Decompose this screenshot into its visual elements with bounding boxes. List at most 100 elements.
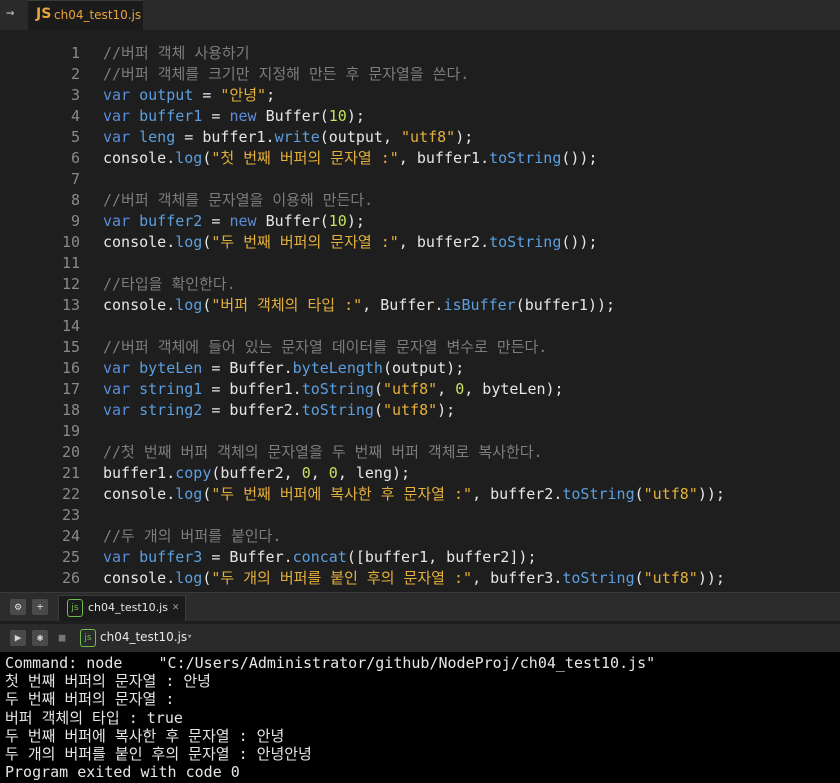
code-token: , buffer2. bbox=[472, 485, 563, 503]
code-line[interactable]: 22 console.log ("두 번째 버퍼에 복사한 후 문자열 :", bu… bbox=[0, 484, 840, 505]
code-line[interactable]: 17 var string1 = buffer1.toString("utf8",… bbox=[0, 379, 840, 400]
code-line[interactable]: 18 var string2 = buffer2.toString("utf8")… bbox=[0, 400, 840, 421]
code-line[interactable]: 5 var leng = buffer1.write(output, "utf8"… bbox=[0, 127, 840, 148]
runner-file-select[interactable]: ch04_test10.js bbox=[100, 630, 187, 644]
line-number: 12 bbox=[61, 275, 80, 293]
console-line: 두 번째 버퍼의 문자열 : bbox=[5, 690, 175, 709]
code-line[interactable]: 1 //버퍼 객체 사용하기 bbox=[0, 43, 840, 64]
code-token: "첫 번째 버퍼의 문자열 :" bbox=[211, 149, 399, 167]
code-text: console.log("버퍼 객체의 타입 :", Buffer.isBuff… bbox=[103, 295, 615, 316]
code-token: 10 bbox=[328, 212, 347, 230]
code-text: var buffer1 = new Buffer(10); bbox=[103, 106, 365, 127]
code-token: //버퍼 객체 사용하기 bbox=[103, 44, 250, 62]
code-token: ); bbox=[455, 128, 474, 146]
code-token: console. bbox=[103, 485, 176, 503]
line-number: 9 bbox=[70, 212, 80, 230]
code-token: , bbox=[310, 464, 329, 482]
console-output: Command: node "C:/Users/Administrator/gi… bbox=[0, 652, 840, 783]
code-editor[interactable]: 1 //버퍼 객체 사용하기 2 //버퍼 객체를 크기만 지정해 만든 후 문자열을… bbox=[0, 30, 840, 588]
add-panel-icon[interactable]: + bbox=[32, 599, 48, 615]
line-number: 8 bbox=[70, 191, 80, 209]
code-token: (buffer2, bbox=[211, 464, 302, 482]
chevron-down-icon[interactable]: ▾ bbox=[187, 632, 192, 642]
line-number: 4 bbox=[70, 107, 80, 125]
code-text: var buffer3 = Buffer.concat([buffer1, bu… bbox=[103, 547, 537, 568]
panel-tab-ch04-test10[interactable]: js ch04_test10.js ✕ bbox=[58, 595, 186, 621]
settings-gear-icon[interactable]: ⚙ bbox=[10, 599, 26, 615]
runner-toolbar: ▶ ✱ ■ js ch04_test10.js ▾ bbox=[0, 624, 840, 652]
code-token: ( bbox=[373, 401, 383, 419]
code-text: console.log("두 번째 버퍼의 문자열 :", buffer2.to… bbox=[103, 232, 597, 253]
code-token: buffer1 bbox=[139, 107, 203, 125]
code-token: "두 번째 버퍼에 복사한 후 문자열 :" bbox=[211, 485, 473, 503]
code-token: concat bbox=[292, 548, 347, 566]
code-token: //버퍼 객체를 크기만 지정해 만든 후 문자열을 쓴다. bbox=[103, 65, 470, 83]
code-line[interactable]: 15 //버퍼 객체에 들어 있는 문자열 데이터를 문자열 변수로 만든다. bbox=[0, 337, 840, 358]
code-line[interactable]: 13 console.log("버퍼 객체의 타입 :", Buffer.isBu… bbox=[0, 295, 840, 316]
stop-icon[interactable]: ■ bbox=[54, 630, 70, 646]
code-token: log bbox=[175, 296, 203, 314]
code-text: var leng = buffer1.write(output, "utf8")… bbox=[103, 127, 473, 148]
code-line[interactable]: 3 var output = "안녕"; bbox=[0, 85, 840, 106]
code-text: console.log ("두 개의 버퍼를 붙인 후의 문자열 :", buff… bbox=[103, 568, 725, 588]
code-line[interactable]: 19 bbox=[0, 421, 840, 442]
code-token: ( bbox=[634, 485, 644, 503]
code-line[interactable]: 6 console.log("첫 번째 버퍼의 문자열 :", buffer1.t… bbox=[0, 148, 840, 169]
code-token: 10 bbox=[328, 107, 347, 125]
code-line[interactable]: 11 bbox=[0, 253, 840, 274]
code-line[interactable]: 4 var buffer1 = new Buffer(10); bbox=[0, 106, 840, 127]
line-number: 26 bbox=[61, 569, 80, 587]
code-line[interactable]: 20 //첫 번째 버퍼 객체의 문자열을 두 번째 버퍼 객체로 복사한다. bbox=[0, 442, 840, 463]
code-text: //버퍼 객체 사용하기 bbox=[103, 43, 250, 64]
close-icon[interactable]: ✕ bbox=[172, 600, 179, 613]
code-token: leng bbox=[139, 128, 176, 146]
code-line[interactable]: 12 //타입을 확인한다. bbox=[0, 274, 840, 295]
code-token: 0 bbox=[301, 464, 311, 482]
code-token: string1 bbox=[139, 380, 203, 398]
code-token: )); bbox=[697, 485, 725, 503]
code-token: //첫 번째 버퍼 객체의 문자열을 두 번째 버퍼 객체로 복사한다. bbox=[103, 443, 543, 461]
code-token: (output); bbox=[382, 359, 465, 377]
console-line: 두 번째 버퍼에 복사한 후 문자열 : 안녕 bbox=[5, 726, 285, 745]
code-text: console.log("첫 번째 버퍼의 문자열 :", buffer1.to… bbox=[103, 148, 597, 169]
code-line[interactable]: 23 bbox=[0, 505, 840, 526]
code-line[interactable]: 8 //버퍼 객체를 문자열을 이용해 만든다. bbox=[0, 190, 840, 211]
code-line[interactable]: 24 //두 개의 버퍼를 붙인다. bbox=[0, 526, 840, 547]
code-line[interactable]: 21 buffer1.copy(buffer2, 0, 0, leng); bbox=[0, 463, 840, 484]
line-number: 7 bbox=[70, 170, 80, 188]
code-token: "버퍼 객체의 타입 :" bbox=[211, 296, 363, 314]
line-number: 21 bbox=[61, 464, 80, 482]
code-text: console.log ("두 번째 버퍼에 복사한 후 문자열 :", buff… bbox=[103, 484, 725, 505]
code-line[interactable]: 16 var byteLen = Buffer.byteLength(output… bbox=[0, 358, 840, 379]
code-line[interactable]: 10 console.log("두 번째 버퍼의 문자열 :", buffer2.… bbox=[0, 232, 840, 253]
code-line[interactable]: 7 bbox=[0, 169, 840, 190]
code-token: var bbox=[103, 380, 140, 398]
line-number: 18 bbox=[61, 401, 80, 419]
code-token: var bbox=[103, 212, 140, 230]
code-token: var bbox=[103, 107, 140, 125]
code-text: //첫 번째 버퍼 객체의 문자열을 두 번째 버퍼 객체로 복사한다. bbox=[103, 442, 543, 463]
play-icon[interactable]: ▶ bbox=[10, 630, 26, 646]
back-arrow-icon[interactable]: → bbox=[6, 5, 14, 21]
code-token: string2 bbox=[139, 401, 203, 419]
code-line[interactable]: 14 bbox=[0, 316, 840, 337]
code-line[interactable]: 9 var buffer2 = new Buffer(10); bbox=[0, 211, 840, 232]
code-token: //버퍼 객체를 문자열을 이용해 만든다. bbox=[103, 191, 374, 209]
code-line[interactable]: 2 //버퍼 객체를 크기만 지정해 만든 후 문자열을 쓴다. bbox=[0, 64, 840, 85]
code-line[interactable]: 26 console.log ("두 개의 버퍼를 붙인 후의 문자열 :", bu… bbox=[0, 568, 840, 588]
debug-icon[interactable]: ✱ bbox=[32, 630, 48, 646]
panel-tab-label: ch04_test10.js bbox=[88, 601, 168, 614]
code-token: toString bbox=[489, 233, 562, 251]
tab-ch04-test10[interactable]: JS ch04_test10.js bbox=[28, 0, 143, 30]
line-number: 22 bbox=[61, 485, 80, 503]
line-number: 25 bbox=[61, 548, 80, 566]
code-text: var string2 = buffer2.toString("utf8"); bbox=[103, 400, 455, 421]
code-line[interactable]: 25 var buffer3 = Buffer.concat([buffer1, … bbox=[0, 547, 840, 568]
code-token: var bbox=[103, 86, 140, 104]
code-token: , buffer1. bbox=[398, 149, 490, 167]
code-token: var bbox=[103, 359, 140, 377]
code-text: //두 개의 버퍼를 붙인다. bbox=[103, 526, 281, 547]
code-token: //버퍼 객체에 들어 있는 문자열 데이터를 문자열 변수로 만든다. bbox=[103, 338, 548, 356]
code-token: ()); bbox=[561, 233, 598, 251]
code-text: //버퍼 객체에 들어 있는 문자열 데이터를 문자열 변수로 만든다. bbox=[103, 337, 547, 358]
